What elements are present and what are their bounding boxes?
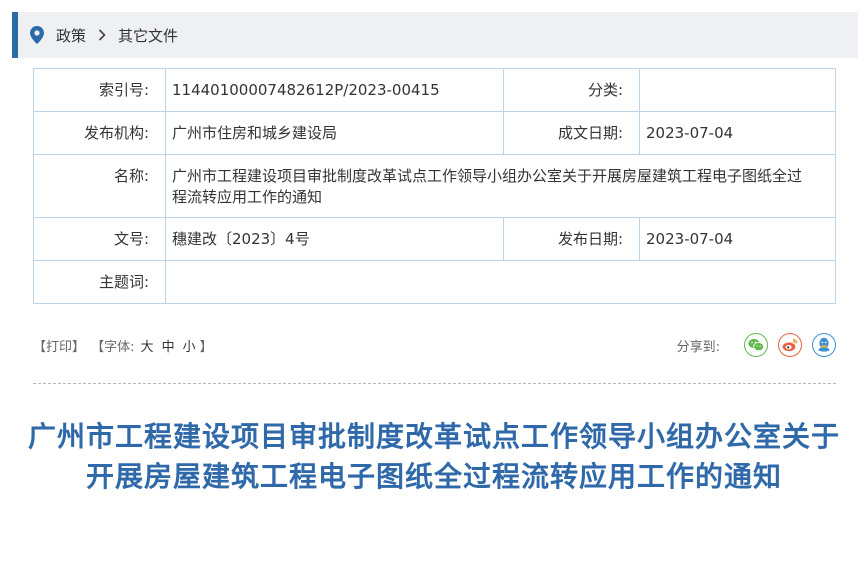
written-date-label: 成文日期: xyxy=(503,111,640,155)
print-font-tools: 【打印】 【字体: 大中小】 xyxy=(33,336,215,355)
breadcrumb: 政策 其它文件 xyxy=(12,12,858,58)
weibo-icon[interactable] xyxy=(778,333,802,357)
publish-date-value: 2023-07-04 xyxy=(639,217,836,261)
article-tools: 【打印】 【字体: 大中小】 分享到: xyxy=(33,330,836,360)
name-value: 广州市工程建设项目审批制度改革试点工作领导小组办公室关于开展房屋建筑工程电子图纸… xyxy=(165,154,836,218)
print-button[interactable]: 【打印】 xyxy=(33,340,85,355)
divider xyxy=(33,383,836,384)
doc-no-value: 穗建改〔2023〕4号 xyxy=(165,217,504,261)
publish-date-label: 发布日期: xyxy=(503,217,640,261)
publisher-label: 发布机构: xyxy=(33,111,166,155)
article-title: 广州市工程建设项目审批制度改革试点工作领导小组办公室关于开展房屋建筑工程电子图纸… xyxy=(27,420,840,493)
name-label: 名称: xyxy=(33,154,166,218)
category-value xyxy=(639,68,836,112)
breadcrumb-item-other-files[interactable]: 其它文件 xyxy=(118,25,178,46)
font-small-button[interactable]: 小 xyxy=(183,340,196,355)
index-value: 11440100007482612P/2023-00415 xyxy=(165,68,504,112)
font-size-suffix: 】 xyxy=(199,339,213,355)
font-medium-button[interactable]: 中 xyxy=(162,340,175,355)
share-bar: 分享到: xyxy=(677,333,836,357)
wechat-icon[interactable] xyxy=(744,333,768,357)
font-size-prefix: 【字体: xyxy=(91,339,135,355)
subject-label: 主题词: xyxy=(33,260,166,304)
font-large-button[interactable]: 大 xyxy=(141,340,154,355)
written-date-value: 2023-07-04 xyxy=(639,111,836,155)
subject-value xyxy=(165,260,836,304)
document-info-table: 索引号: 11440100007482612P/2023-00415 分类: 发… xyxy=(33,68,836,304)
index-label: 索引号: xyxy=(33,68,166,112)
location-pin-icon xyxy=(30,26,44,44)
qq-icon[interactable] xyxy=(812,333,836,357)
publisher-value: 广州市住房和城乡建设局 xyxy=(165,111,504,155)
doc-no-label: 文号: xyxy=(33,217,166,261)
category-label: 分类: xyxy=(503,68,640,112)
breadcrumb-item-policy[interactable]: 政策 xyxy=(56,25,86,46)
chevron-right-icon xyxy=(98,26,106,45)
share-label: 分享到: xyxy=(676,339,720,355)
